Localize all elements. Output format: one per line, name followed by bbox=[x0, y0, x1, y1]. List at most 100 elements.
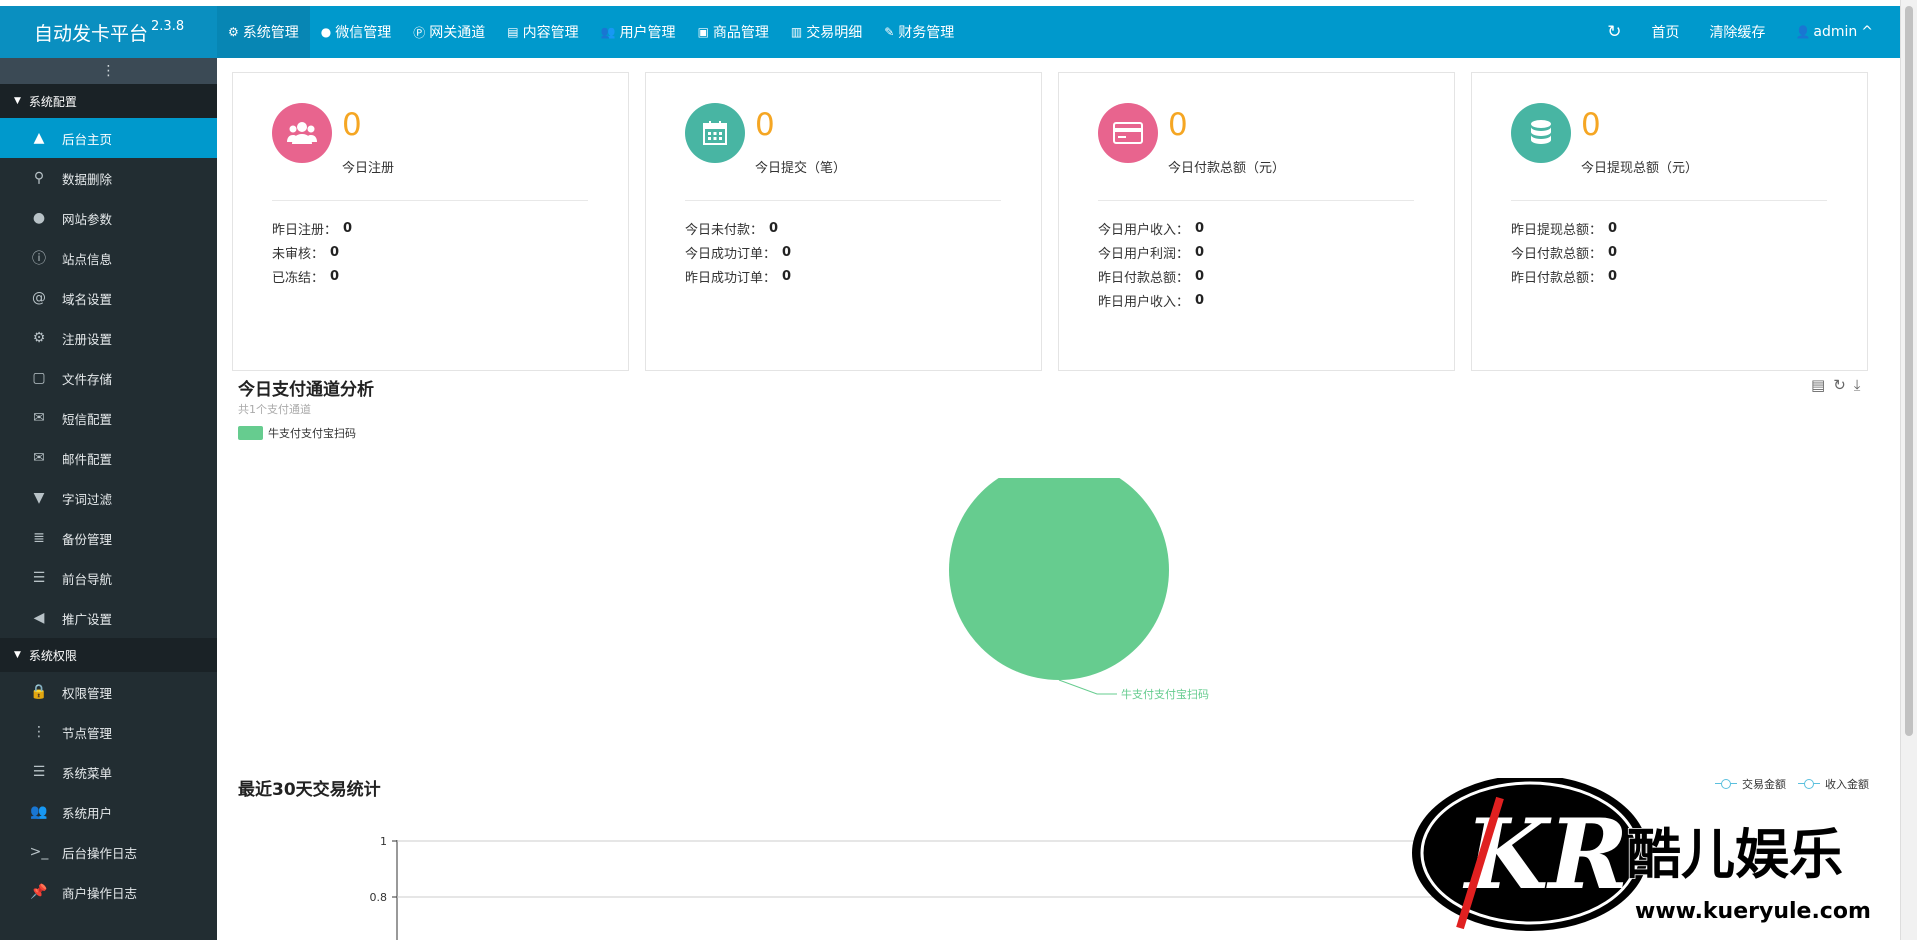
stat-card: 0 今日提交（笔） 今日未付款： 0 今日成功订单： 0 昨日成功订单： 0 bbox=[645, 72, 1042, 371]
info-icon: ⓘ bbox=[32, 251, 46, 267]
stat-value: 0 bbox=[342, 107, 362, 143]
topnav-item[interactable]: ▥ 交易明细 bbox=[780, 6, 873, 58]
pie-legend-item[interactable]: 牛支付支付宝扫码 bbox=[238, 425, 356, 441]
topnav-item[interactable]: ▣ 商品管理 bbox=[687, 6, 780, 58]
save-icon: ▢ bbox=[32, 370, 46, 386]
document-icon: ▤ bbox=[507, 25, 519, 39]
stat-detail-value: 0 bbox=[1608, 268, 1618, 284]
topnav-item[interactable]: 👥 用户管理 bbox=[590, 6, 687, 58]
sidebar-item[interactable]: 📌 商户操作日志 bbox=[0, 872, 217, 912]
users-icon: 👥 bbox=[30, 804, 48, 820]
topnav-item[interactable]: ▤ 内容管理 bbox=[496, 6, 589, 58]
brand-name: 自动发卡平台 bbox=[34, 22, 149, 45]
page-scrollbar[interactable] bbox=[1900, 0, 1917, 940]
pie-slice[interactable] bbox=[949, 478, 1169, 680]
stat-cards: 0 今日注册 昨日注册： 0 未审核： 0 已冻结： 0 0 今日提交（笔） 今日未付款： 0 今日成功… bbox=[232, 72, 1868, 371]
stat-value: 0 bbox=[1581, 107, 1601, 143]
sidebar-item[interactable]: ✉ 短信配置 bbox=[0, 398, 217, 438]
sidebar-item-label: 文件存储 bbox=[62, 371, 113, 387]
sidebar-item[interactable]: 👥 系统用户 bbox=[0, 792, 217, 832]
wechat-icon: ● bbox=[320, 25, 332, 39]
apple-icon: ● bbox=[32, 210, 46, 226]
topnav-label: 用户管理 bbox=[619, 25, 676, 41]
lock-icon: 🔒 bbox=[30, 684, 48, 700]
database-icon: ≣ bbox=[33, 530, 45, 546]
sidebar: ⋮ ▼ 系统配置 ▲ 后台主页 ⚲ 数据删除 ● 网站参数 ⓘ 站点信息 @ 域名设置 ⚙ 注册设置 ▢ 文件… bbox=[0, 58, 217, 940]
topnav-label: 商品管理 bbox=[712, 25, 769, 41]
stat-detail-value: 0 bbox=[782, 244, 792, 260]
filter-icon: ▼ bbox=[33, 490, 45, 506]
clear-cache-link[interactable]: 清除缓存 bbox=[1694, 22, 1780, 42]
sidebar-item[interactable]: ▲ 后台主页 bbox=[0, 118, 217, 158]
sidebar-item[interactable]: ● 网站参数 bbox=[0, 198, 217, 238]
sidebar-item-label: 系统用户 bbox=[62, 805, 113, 821]
stat-detail-label: 今日成功订单： bbox=[685, 246, 777, 262]
pie-label-line bbox=[1058, 679, 1117, 695]
sidebar-item[interactable]: ⚲ 数据删除 bbox=[0, 158, 217, 198]
chevron-up-icon: ^ bbox=[1861, 24, 1873, 40]
topnav-item[interactable]: ⚙ 系统管理 bbox=[217, 6, 310, 58]
topnav-item[interactable]: Ⓟ 网关通道 bbox=[402, 6, 496, 58]
refresh-icon[interactable]: ↻ bbox=[1592, 22, 1636, 42]
sidebar-item[interactable]: ≣ 备份管理 bbox=[0, 518, 217, 558]
sidebar-item[interactable]: ◀ 推广设置 bbox=[0, 598, 217, 638]
data-view-icon[interactable]: ▤ bbox=[1811, 376, 1825, 394]
user-name: admin bbox=[1813, 24, 1858, 40]
stat-detail-row: 今日未付款： 0 bbox=[685, 216, 791, 240]
stat-detail-label: 今日用户收入： bbox=[1098, 222, 1190, 238]
sidebar-item-label: 注册设置 bbox=[62, 331, 113, 347]
sidebar-item[interactable]: >_ 后台操作日志 bbox=[0, 832, 217, 872]
sidebar-item-label: 网站参数 bbox=[62, 211, 113, 227]
topnav-item[interactable]: ✎ 财务管理 bbox=[873, 6, 965, 58]
user-menu[interactable]: 👤 admin ^ bbox=[1780, 24, 1888, 40]
sidebar-item[interactable]: ✉ 邮件配置 bbox=[0, 438, 217, 478]
stat-detail-row: 昨日付款总额： 0 bbox=[1511, 264, 1617, 288]
divider bbox=[685, 200, 1001, 201]
stat-detail-row: 今日成功订单： 0 bbox=[685, 240, 791, 264]
stat-details: 昨日提现总额： 0 今日付款总额： 0 昨日付款总额： 0 bbox=[1511, 216, 1617, 288]
sidebar-item[interactable]: ☰ 前台导航 bbox=[0, 558, 217, 598]
credit-card-icon bbox=[1098, 103, 1158, 163]
vertical-dots-icon: ⋮ bbox=[32, 724, 46, 740]
top-right-menu: ↻ 首页 清除缓存 👤 admin ^ bbox=[1592, 6, 1900, 58]
sidebar-group[interactable]: ▼ 系统配置 bbox=[0, 84, 217, 118]
top-navbar: 自动发卡平台 2.3.8 ⚙ 系统管理 ● 微信管理 Ⓟ 网关通道 ▤ 内容管理 👥 用户管理 ▣ 商品… bbox=[0, 6, 1900, 58]
watermark-url: www.kueryule.com bbox=[1635, 899, 1871, 924]
topnav-item[interactable]: ● 微信管理 bbox=[310, 6, 402, 58]
sidebar-item[interactable]: ☰ 系统菜单 bbox=[0, 752, 217, 792]
stat-detail-row: 昨日注册： 0 bbox=[272, 216, 352, 240]
sidebar-item[interactable]: ▢ 文件存储 bbox=[0, 358, 217, 398]
sidebar-item[interactable]: ⚙ 注册设置 bbox=[0, 318, 217, 358]
sidebar-item-label: 数据删除 bbox=[62, 171, 113, 187]
sidebar-toggle[interactable]: ⋮ bbox=[0, 58, 217, 84]
home-link[interactable]: 首页 bbox=[1636, 22, 1694, 42]
gateway-icon: Ⓟ bbox=[413, 25, 426, 40]
sidebar-item-label: 系统菜单 bbox=[62, 765, 113, 781]
stat-detail-value: 0 bbox=[330, 268, 340, 284]
stat-detail-label: 今日付款总额： bbox=[1511, 246, 1603, 262]
watermark-name: 酷儿娱乐 bbox=[1627, 823, 1843, 886]
sidebar-item[interactable]: 🔒 权限管理 bbox=[0, 672, 217, 712]
sidebar-item[interactable]: @ 域名设置 bbox=[0, 278, 217, 318]
calendar-icon bbox=[685, 103, 745, 163]
stat-detail-value: 0 bbox=[1608, 244, 1618, 260]
stat-detail-value: 0 bbox=[1195, 292, 1205, 308]
at-icon: @ bbox=[32, 290, 46, 306]
stat-detail-label: 昨日注册： bbox=[272, 222, 338, 238]
sidebar-item[interactable]: ▼ 字词过滤 bbox=[0, 478, 217, 518]
sidebar-group[interactable]: ▼ 系统权限 bbox=[0, 638, 217, 672]
scrollbar-thumb[interactable] bbox=[1905, 6, 1913, 736]
stat-detail-label: 今日用户利润： bbox=[1098, 246, 1190, 262]
sidebar-item[interactable]: ⋮ 节点管理 bbox=[0, 712, 217, 752]
refresh-icon[interactable]: ↻ bbox=[1833, 376, 1846, 394]
sidebar-item-label: 商户操作日志 bbox=[62, 885, 138, 901]
topnav-label: 微信管理 bbox=[335, 25, 392, 41]
stat-title: 今日提现总额（元） bbox=[1581, 161, 1699, 176]
pie-chart: 牛支付支付宝扫码 bbox=[949, 478, 1209, 701]
pie-slice-label: 牛支付支付宝扫码 bbox=[1121, 687, 1209, 701]
caret-down-icon: ▼ bbox=[14, 96, 21, 106]
topnav-label: 网关通道 bbox=[429, 25, 486, 41]
download-icon[interactable]: ⤓ bbox=[1854, 376, 1861, 394]
sidebar-item[interactable]: ⓘ 站点信息 bbox=[0, 238, 217, 278]
brand-logo[interactable]: 自动发卡平台 2.3.8 bbox=[0, 6, 217, 58]
